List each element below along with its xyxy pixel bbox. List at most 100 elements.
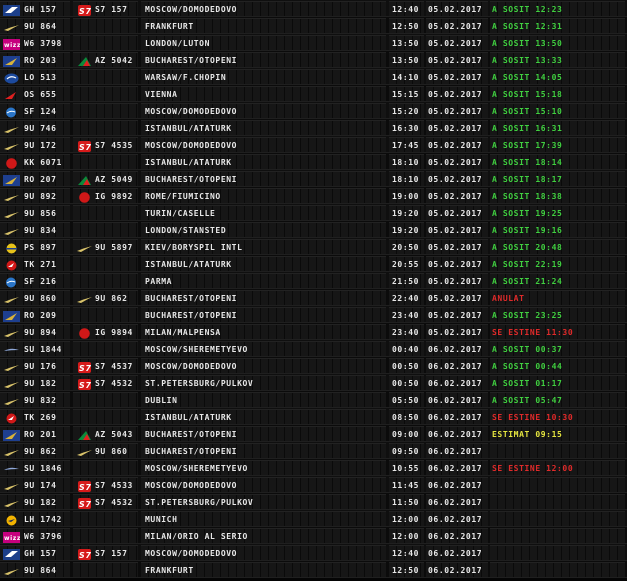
flight-number: RO 207 [24, 175, 57, 184]
destination: DUBLIN [141, 392, 386, 407]
tarom-swallow-logo-icon [3, 498, 20, 509]
destination: BUCHAREST/OTOPENI [141, 290, 386, 305]
flight-row: PS 897 9U 5897 KIEV/BORYSPIL INTL 20:50 05.0… [0, 238, 627, 255]
codeshare-cell: AZ 5043 [73, 426, 138, 441]
codeshare-cell [73, 273, 138, 288]
scheduled-date: 06.02.2017 [426, 460, 488, 475]
flight-row: LH 1742 MUNICH 12:00 06.02.2017 [0, 510, 627, 527]
codeshare-number: AZ 5049 [95, 175, 133, 184]
flight-number: 9U 864 [24, 22, 57, 31]
flight-row: 9U 864 FRANKFURT 12:50 05.02.2017 A SOSIT 12… [0, 17, 627, 34]
flight-cell: 9U 834 [0, 222, 70, 237]
tarom-swallow-logo-icon [76, 447, 93, 458]
svg-text:S7: S7 [79, 551, 92, 560]
destination: MILAN/MALPENSA [141, 324, 386, 339]
flight-row: RO 209 BUCHAREST/OTOPENI 23:40 05.02.2017 A … [0, 306, 627, 323]
scheduled-date: 05.02.2017 [426, 307, 488, 322]
codeshare-cell: IG 9892 [73, 188, 138, 203]
flight-number: 9U 892 [24, 192, 57, 201]
scheduled-date: 06.02.2017 [426, 341, 488, 356]
codeshare-cell: S7 S7 4535 [73, 137, 138, 152]
scheduled-date: 06.02.2017 [426, 477, 488, 492]
scheduled-date: 05.02.2017 [426, 69, 488, 84]
scheduled-time: 17:45 [389, 137, 424, 152]
flight-cell: SU 1844 [0, 341, 70, 356]
scheduled-time: 15:15 [389, 86, 424, 101]
flight-cell: TK 271 [0, 256, 70, 271]
codeshare-cell [73, 511, 138, 526]
flight-cell: PS 897 [0, 239, 70, 254]
flight-row: RO 201 AZ 5043 BUCHAREST/OTOPENI 09:00 06.02… [0, 425, 627, 442]
scheduled-date: 05.02.2017 [426, 188, 488, 203]
flight-row: SF 124 MOSCOW/DOMODEDOVO 15:20 05.02.2017 A … [0, 102, 627, 119]
scheduled-date: 05.02.2017 [426, 120, 488, 135]
flight-number: W6 3798 [24, 39, 62, 48]
alitalia-logo-icon [76, 56, 93, 67]
flight-cell: KK 6071 [0, 154, 70, 169]
flight-row: SU 1844 MOSCOW/SHEREMETYEVO 00:40 06.02.201… [0, 340, 627, 357]
scheduled-date: 05.02.2017 [426, 154, 488, 169]
codeshare-cell [73, 35, 138, 50]
svg-text:S7: S7 [79, 483, 92, 492]
destination: BUCHAREST/OTOPENI [141, 171, 386, 186]
codeshare-cell: 9U 862 [73, 290, 138, 305]
flight-cell: wizz W6 3798 [0, 35, 70, 50]
destination: ST.PETERSBURG/PULKOV [141, 375, 386, 390]
flight-row: 9U 862 9U 860 BUCHAREST/OTOPENI 09:50 06.02.… [0, 442, 627, 459]
scheduled-time: 12:40 [389, 1, 424, 16]
flight-row: wizz W6 3796 MILAN/ORIO AL SERIO 12:00 06.02… [0, 527, 627, 544]
flight-number: 9U 864 [24, 566, 57, 575]
svg-text:S7: S7 [79, 7, 92, 16]
flight-row: RO 207 AZ 5049 BUCHAREST/OTOPENI 18:10 05.02… [0, 170, 627, 187]
austrian-logo-icon [3, 90, 20, 101]
status: A SOSIT 18:38 [490, 188, 625, 203]
status: A SOSIT 14:05 [490, 69, 625, 84]
flight-number: LO 513 [24, 73, 57, 82]
flight-number: 9U 860 [24, 294, 57, 303]
status: A SOSIT 19:25 [490, 205, 625, 220]
flight-number: TK 271 [24, 260, 57, 269]
scheduled-date: 06.02.2017 [426, 545, 488, 560]
codeshare-number: 9U 5897 [95, 243, 133, 252]
codeshare-number: S7 4537 [95, 362, 133, 371]
destination: FRANKFURT [141, 18, 386, 33]
flight-number: KK 6071 [24, 158, 62, 167]
flight-number: LH 1742 [24, 515, 62, 524]
flight-number: 9U 746 [24, 124, 57, 133]
flight-row: LO 513 WARSAW/F.CHOPIN 14:10 05.02.2017 A SO… [0, 68, 627, 85]
red-circle-logo-icon [3, 158, 20, 169]
svg-text:S7: S7 [79, 381, 92, 390]
scheduled-time: 12:40 [389, 545, 424, 560]
flight-cell: GH 157 [0, 545, 70, 560]
codeshare-number: AZ 5042 [95, 56, 133, 65]
scheduled-time: 11:45 [389, 477, 424, 492]
svg-text:S7: S7 [79, 500, 92, 509]
flight-cell: SF 216 [0, 273, 70, 288]
status: A SOSIT 19:16 [490, 222, 625, 237]
tarom-swallow-logo-icon [3, 226, 20, 237]
codeshare-cell [73, 409, 138, 424]
s7-logo-icon: S7 [76, 498, 93, 509]
flight-cell: RO 209 [0, 307, 70, 322]
turkish-logo-icon [3, 413, 20, 424]
scheduled-time: 00:40 [389, 341, 424, 356]
codeshare-cell: S7 S7 4532 [73, 375, 138, 390]
flight-number: RO 203 [24, 56, 57, 65]
flight-row: 9U 746 ISTANBUL/ATATURK 16:30 05.02.2017 A S… [0, 119, 627, 136]
destination: ST.PETERSBURG/PULKOV [141, 494, 386, 509]
scheduled-time: 12:00 [389, 511, 424, 526]
scheduled-date: 05.02.2017 [426, 205, 488, 220]
codeshare-cell: S7 S7 4532 [73, 494, 138, 509]
flight-cell: 9U 832 [0, 392, 70, 407]
scheduled-date: 06.02.2017 [426, 426, 488, 441]
codeshare-cell [73, 460, 138, 475]
flight-cell: RO 201 [0, 426, 70, 441]
scheduled-date: 06.02.2017 [426, 562, 488, 577]
destination: WARSAW/F.CHOPIN [141, 69, 386, 84]
tarom-logo-icon [3, 175, 20, 186]
destination: MOSCOW/DOMODEDOVO [141, 137, 386, 152]
codeshare-number: 9U 862 [95, 294, 128, 303]
uia-logo-icon [3, 243, 20, 254]
flight-number: 9U 172 [24, 141, 57, 150]
destination: BUCHAREST/OTOPENI [141, 426, 386, 441]
